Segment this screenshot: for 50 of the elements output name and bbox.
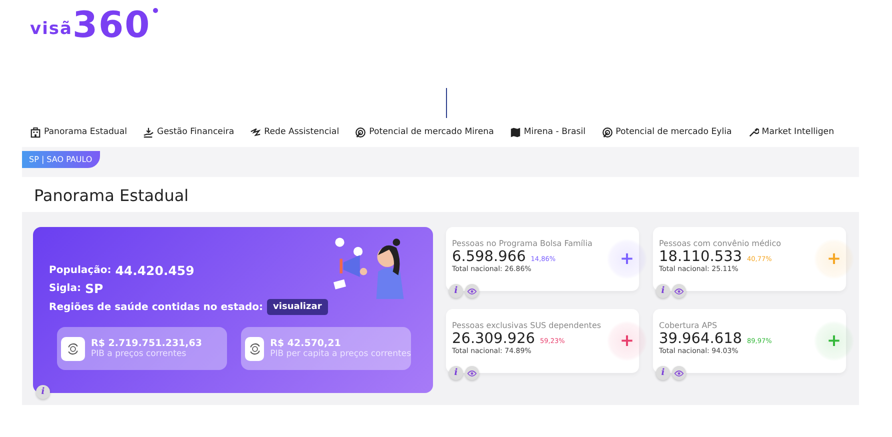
nav-tab[interactable]: Potencial de mercado Eylia — [602, 123, 732, 141]
metric-title: Pessoas no Programa Bolsa Família — [452, 239, 594, 248]
expand-button[interactable]: + — [814, 321, 854, 361]
info-button[interactable]: i — [656, 284, 670, 298]
nav-tab[interactable]: Rede Assistencial — [250, 123, 340, 141]
nav-tab[interactable]: Potencial de mercado Mirena — [355, 123, 494, 141]
nav-tab[interactable]: Panorama Estadual — [30, 123, 128, 141]
metric-value: 39.964.618 — [659, 331, 742, 347]
view-button[interactable] — [465, 366, 479, 380]
state-badge: SP | SAO PAULO — [22, 151, 100, 168]
view-button[interactable] — [465, 284, 479, 298]
stat-value: R$ 42.570,21 — [270, 338, 342, 349]
expand-button[interactable]: + — [607, 321, 647, 361]
page-title: Panorama Estadual — [34, 186, 190, 205]
view-button[interactable] — [672, 284, 686, 298]
info-button[interactable]: i — [449, 284, 463, 298]
visualize-button[interactable]: visualizar — [267, 299, 328, 315]
building-icon — [30, 126, 41, 138]
metric-value: 6.598.966 — [452, 249, 526, 265]
stat-label: PIB per capita a preços correntes — [270, 349, 411, 359]
metric-title: Pessoas com convênio médico — [659, 239, 782, 248]
stat-value: R$ 2.719.751.231,63 — [91, 338, 202, 349]
nav-tab[interactable]: Gestão Financeira — [143, 123, 234, 141]
logo: visã 360 — [30, 8, 158, 44]
metric-value: 26.309.926 — [452, 331, 536, 347]
metric-title: Pessoas exclusivas SUS dependentes — [452, 321, 602, 330]
regions-label: Regiões de saúde contidas no estado: — [49, 302, 264, 312]
eye-icon — [467, 288, 477, 294]
text-cursor — [446, 88, 447, 118]
target-icon — [602, 126, 613, 138]
eye-icon — [467, 370, 477, 376]
eye-icon — [674, 288, 684, 294]
currency-exchange-icon — [245, 336, 264, 360]
info-button[interactable]: i — [656, 366, 670, 380]
nav-tab[interactable]: Mirena - Brasil — [510, 123, 586, 141]
nav-tab[interactable]: Market Intelligen — [748, 123, 834, 141]
wrench-icon — [748, 126, 759, 138]
metric-value: 18.110.533 — [659, 249, 742, 265]
population-text: População: 44.420.459 — [49, 263, 196, 278]
info-button[interactable]: i — [36, 385, 50, 399]
metric-title: Cobertura APS — [659, 321, 718, 330]
eye-icon — [674, 370, 684, 376]
target-icon — [355, 126, 366, 138]
sigla-text: Sigla: SP — [49, 281, 104, 296]
expand-button[interactable]: + — [607, 239, 647, 279]
view-button[interactable] — [672, 366, 686, 380]
map-icon — [510, 126, 521, 138]
info-button[interactable]: i — [449, 366, 463, 380]
currency-exchange-icon — [61, 336, 85, 360]
stat-label: PIB a preços correntes — [91, 349, 188, 359]
